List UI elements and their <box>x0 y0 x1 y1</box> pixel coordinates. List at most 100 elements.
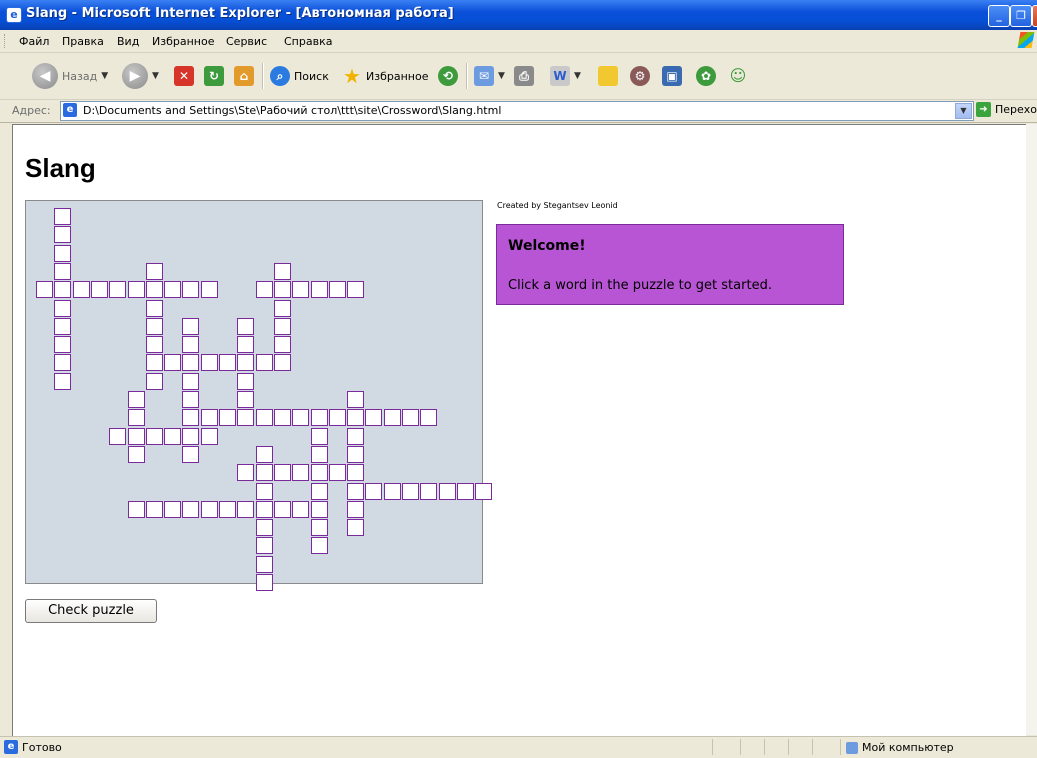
crossword-cell[interactable] <box>54 262 72 280</box>
back-button[interactable]: ◀ Назад ▼ <box>32 62 108 90</box>
crossword-cell[interactable] <box>475 482 493 500</box>
menu-file[interactable]: Файл <box>19 35 49 48</box>
crossword-cell[interactable] <box>292 464 310 482</box>
crossword-cell[interactable] <box>127 281 145 299</box>
favorites-button[interactable]: ★ Избранное <box>342 62 428 90</box>
crossword-cell[interactable] <box>383 482 401 500</box>
crossword-cell[interactable] <box>200 409 218 427</box>
crossword-cell[interactable] <box>237 372 255 390</box>
vertical-scrollbar[interactable] <box>1026 124 1037 735</box>
crossword-cell[interactable] <box>145 500 163 518</box>
go-button[interactable]: ➜ Перехо <box>976 102 1037 117</box>
crossword-cell[interactable] <box>182 445 200 463</box>
print-button[interactable]: ⎙ <box>514 62 534 90</box>
address-url[interactable]: D:\Documents and Settings\Ste\Рабочий ст… <box>83 104 501 117</box>
crossword-cell[interactable] <box>438 482 456 500</box>
crossword-cell[interactable] <box>145 299 163 317</box>
check-puzzle-button[interactable]: Check puzzle <box>25 599 157 623</box>
crossword-cell[interactable] <box>347 519 365 537</box>
crossword-cell[interactable] <box>164 427 182 445</box>
crossword-cell[interactable] <box>328 281 346 299</box>
crossword-cell[interactable] <box>273 464 291 482</box>
menu-tools[interactable]: Сервис <box>226 35 267 48</box>
crossword-cell[interactable] <box>255 519 273 537</box>
maximize-button[interactable]: ❐ <box>1010 5 1032 27</box>
crossword-cell[interactable] <box>237 391 255 408</box>
crossword-cell[interactable] <box>402 482 419 500</box>
crossword-cell[interactable] <box>54 244 72 262</box>
messenger-button[interactable]: ☺ <box>728 62 748 90</box>
crossword-cell[interactable] <box>145 281 163 299</box>
close-button[interactable]: ✕ <box>1032 5 1037 27</box>
crossword-cell[interactable] <box>365 482 383 500</box>
crossword-cell[interactable] <box>237 354 255 372</box>
crossword-cell[interactable] <box>310 519 328 537</box>
crossword-cell[interactable] <box>347 500 365 518</box>
crossword-cell[interactable] <box>127 391 145 408</box>
crossword-cell[interactable] <box>310 537 328 555</box>
crossword-cell[interactable] <box>182 427 200 445</box>
crossword-cell[interactable] <box>365 409 383 427</box>
crossword-cell[interactable] <box>164 281 182 299</box>
mail-dropdown-icon[interactable]: ▼ <box>498 71 505 81</box>
menu-view[interactable]: Вид <box>117 35 139 48</box>
crossword-cell[interactable] <box>145 262 163 280</box>
crossword-cell[interactable] <box>420 482 438 500</box>
crossword-cell[interactable] <box>255 537 273 555</box>
forward-dropdown-icon[interactable]: ▼ <box>152 71 159 81</box>
crossword-cell[interactable] <box>456 482 474 500</box>
crossword-cell[interactable] <box>347 482 365 500</box>
media-button[interactable]: ▣ <box>662 62 682 90</box>
history-button[interactable]: ⟲ <box>438 62 458 90</box>
crossword-cell[interactable] <box>200 281 218 299</box>
crossword-cell[interactable] <box>310 281 328 299</box>
crossword-cell[interactable] <box>36 281 53 299</box>
crossword-cell[interactable] <box>145 336 163 354</box>
crossword-cell[interactable] <box>237 336 255 354</box>
crossword-cell[interactable] <box>310 500 328 518</box>
crossword-cell[interactable] <box>237 500 255 518</box>
home-button[interactable]: ⌂ <box>234 62 254 90</box>
address-input[interactable]: e D:\Documents and Settings\Ste\Рабочий … <box>60 101 974 121</box>
crossword-cell[interactable] <box>182 409 200 427</box>
crossword-cell[interactable] <box>273 409 291 427</box>
crossword-cell[interactable] <box>54 226 72 244</box>
crossword-cell[interactable] <box>347 281 365 299</box>
crossword-cell[interactable] <box>200 500 218 518</box>
crossword-cell[interactable] <box>310 427 328 445</box>
search-button[interactable]: ⌕ Поиск <box>270 62 329 90</box>
crossword-cell[interactable] <box>54 372 72 390</box>
menu-edit[interactable]: Правка <box>62 35 104 48</box>
crossword-cell[interactable] <box>383 409 401 427</box>
crossword-cell[interactable] <box>292 409 310 427</box>
menu-favorites[interactable]: Избранное <box>152 35 214 48</box>
crossword-cell[interactable] <box>347 409 365 427</box>
forward-button[interactable]: ▶ ▼ <box>122 62 159 90</box>
crossword-cell[interactable] <box>237 464 255 482</box>
crossword-cell[interactable] <box>255 409 273 427</box>
address-dropdown-icon[interactable]: ▼ <box>955 103 972 119</box>
crossword-cell[interactable] <box>109 427 127 445</box>
refresh-button[interactable]: ↻ <box>204 62 224 90</box>
crossword-cell[interactable] <box>54 281 72 299</box>
crossword-cell[interactable] <box>164 500 182 518</box>
crossword-cell[interactable] <box>273 281 291 299</box>
crossword-cell[interactable] <box>109 281 127 299</box>
crossword-cell[interactable] <box>219 354 236 372</box>
crossword-cell[interactable] <box>255 354 273 372</box>
crossword-cell[interactable] <box>273 262 291 280</box>
edit-button[interactable]: W ▼ <box>550 62 581 90</box>
crossword-cell[interactable] <box>127 500 145 518</box>
menu-grip[interactable] <box>4 34 7 48</box>
crossword-cell[interactable] <box>182 336 200 354</box>
crossword-cell[interactable] <box>54 299 72 317</box>
crossword-cell[interactable] <box>328 409 346 427</box>
crossword-cell[interactable] <box>292 500 310 518</box>
crossword-cell[interactable] <box>127 409 145 427</box>
crossword-cell[interactable] <box>292 281 310 299</box>
crossword-cell[interactable] <box>347 464 365 482</box>
crossword-cell[interactable] <box>310 445 328 463</box>
crossword-cell[interactable] <box>182 317 200 335</box>
mail-button[interactable]: ✉ ▼ <box>474 62 505 90</box>
crossword-cell[interactable] <box>328 464 346 482</box>
